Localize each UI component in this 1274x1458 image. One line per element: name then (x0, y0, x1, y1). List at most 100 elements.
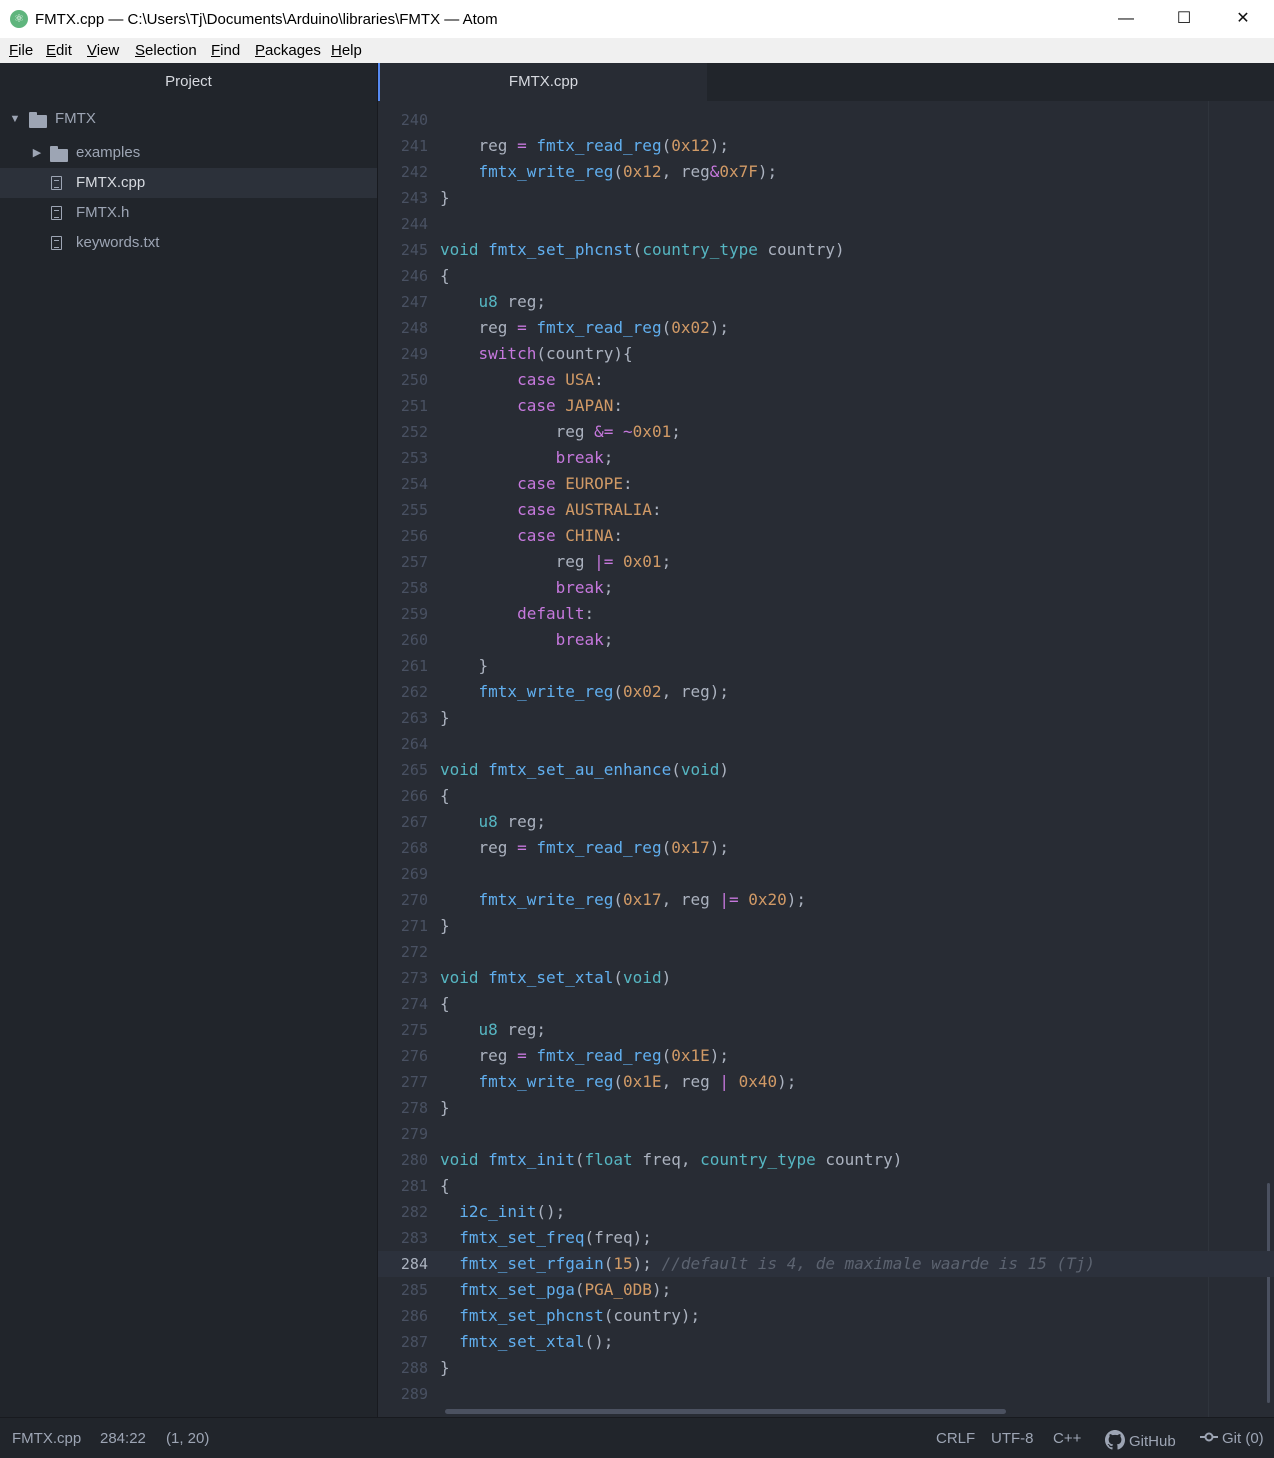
code-text[interactable]: fmtx_set_pga(PGA_0DB); (440, 1277, 671, 1303)
code-line[interactable]: 248 reg = fmtx_read_reg(0x02); (378, 315, 1274, 341)
code-text[interactable]: break; (440, 445, 614, 471)
code-line[interactable]: 246 { (378, 263, 1274, 289)
code-line[interactable]: 263} (378, 705, 1274, 731)
code-text[interactable]: fmtx_set_freq(freq); (440, 1225, 652, 1251)
status-git[interactable]: Git (0) (1200, 1430, 1264, 1447)
code-line[interactable]: 262 fmtx_write_reg(0x02, reg); (378, 679, 1274, 705)
code-text[interactable]: fmtx_write_reg(0x12, reg&0x7F); (440, 159, 778, 185)
code-line[interactable]: 250 case USA: (378, 367, 1274, 393)
code-text[interactable]: } (440, 653, 489, 679)
code-text[interactable]: break; (440, 575, 614, 601)
horizontal-scrollbar[interactable] (445, 1409, 1006, 1414)
code-line[interactable]: 249 switch(country){ (378, 341, 1274, 367)
code-line[interactable]: 265 void fmtx_set_au_enhance(void) (378, 757, 1274, 783)
code-text[interactable]: u8 reg; (440, 809, 546, 835)
code-text[interactable]: break; (440, 627, 614, 653)
code-text[interactable]: } (440, 1355, 450, 1381)
code-text[interactable]: { (440, 263, 450, 289)
code-line[interactable]: 272 (378, 939, 1274, 965)
code-text[interactable]: default: (440, 601, 594, 627)
code-line[interactable]: 266 { (378, 783, 1274, 809)
code-text[interactable]: } (440, 1095, 450, 1121)
status-file-path[interactable]: FMTX.cpp (12, 1430, 81, 1447)
code-text[interactable]: fmtx_set_rfgain(15); //default is 4, de … (440, 1251, 1095, 1277)
code-text[interactable]: void fmtx_init(float freq, country_type … (440, 1147, 902, 1173)
code-line[interactable]: 244 (378, 211, 1274, 237)
code-line[interactable]: 242 fmtx_write_reg(0x12, reg&0x7F); (378, 159, 1274, 185)
code-text[interactable]: case USA: (440, 367, 604, 393)
code-text[interactable]: u8 reg; (440, 1017, 546, 1043)
tree-item-fmtx-h[interactable]: FMTX.h (0, 198, 377, 228)
code-line[interactable]: 276 reg = fmtx_read_reg(0x1E); (378, 1043, 1274, 1069)
chevron-down-icon[interactable]: ▼ (9, 104, 21, 134)
menu-help[interactable]: Help (331, 42, 362, 59)
code-line[interactable]: 240 (378, 107, 1274, 133)
code-text[interactable]: i2c_init(); (440, 1199, 565, 1225)
code-line[interactable]: 245 void fmtx_set_phcnst(country_type cou… (378, 237, 1274, 263)
menu-find[interactable]: Find (211, 42, 240, 59)
code-line[interactable]: 271} (378, 913, 1274, 939)
code-line[interactable]: 257 reg |= 0x01; (378, 549, 1274, 575)
tree-item-fmtx-cpp[interactable]: FMTX.cpp (0, 168, 377, 198)
menu-selection[interactable]: Selection (135, 42, 197, 59)
code-text[interactable]: reg = fmtx_read_reg(0x1E); (440, 1043, 729, 1069)
code-line[interactable]: 280 void fmtx_init(float freq, country_ty… (378, 1147, 1274, 1173)
tree-root-fmtx[interactable]: ▼ FMTX (0, 104, 377, 134)
code-line[interactable]: 252 reg &= ~0x01; (378, 419, 1274, 445)
code-text[interactable]: reg = fmtx_read_reg(0x17); (440, 835, 729, 861)
tab-fmtx-cpp[interactable]: FMTX.cpp (378, 63, 707, 101)
code-line[interactable]: 243} (378, 185, 1274, 211)
menu-packages[interactable]: Packages (255, 42, 321, 59)
code-text[interactable]: } (440, 913, 450, 939)
code-text[interactable]: fmtx_write_reg(0x17, reg |= 0x20); (440, 887, 807, 913)
code-line[interactable]: 253 break; (378, 445, 1274, 471)
close-button[interactable]: ✕ (1214, 0, 1272, 38)
code-line[interactable]: 284 fmtx_set_rfgain(15); //default is 4,… (378, 1251, 1274, 1277)
code-line[interactable]: 268 reg = fmtx_read_reg(0x17); (378, 835, 1274, 861)
code-line[interactable]: 277 fmtx_write_reg(0x1E, reg | 0x40); (378, 1069, 1274, 1095)
code-line[interactable]: 278} (378, 1095, 1274, 1121)
code-line[interactable]: 260 break; (378, 627, 1274, 653)
status-encoding[interactable]: UTF-8 (991, 1430, 1034, 1447)
code-line[interactable]: 259 default: (378, 601, 1274, 627)
code-line[interactable]: 267 u8 reg; (378, 809, 1274, 835)
code-line[interactable]: 279 (378, 1121, 1274, 1147)
status-cursor-position[interactable]: 284:22 (100, 1430, 146, 1447)
code-text[interactable]: case AUSTRALIA: (440, 497, 662, 523)
code-text[interactable]: reg |= 0x01; (440, 549, 672, 575)
code-line[interactable]: 275 u8 reg; (378, 1017, 1274, 1043)
menu-view[interactable]: View (87, 42, 119, 59)
code-text[interactable]: { (440, 1173, 450, 1199)
code-text[interactable]: } (440, 705, 450, 731)
status-line-ending[interactable]: CRLF (936, 1430, 975, 1447)
code-text[interactable]: } (440, 185, 450, 211)
code-line[interactable]: 286 fmtx_set_phcnst(country); (378, 1303, 1274, 1329)
code-text[interactable]: void fmtx_set_xtal(void) (440, 965, 671, 991)
code-line[interactable]: 281 { (378, 1173, 1274, 1199)
tree-item-keywords-txt[interactable]: keywords.txt (0, 228, 377, 258)
code-text[interactable]: fmtx_write_reg(0x02, reg); (440, 679, 729, 705)
chevron-right-icon[interactable]: ▶ (31, 138, 43, 168)
code-text[interactable]: case CHINA: (440, 523, 623, 549)
code-line[interactable]: 255 case AUSTRALIA: (378, 497, 1274, 523)
code-line[interactable]: 285 fmtx_set_pga(PGA_0DB); (378, 1277, 1274, 1303)
code-line[interactable]: 256 case CHINA: (378, 523, 1274, 549)
code-text[interactable]: { (440, 991, 450, 1017)
code-text[interactable]: reg = fmtx_read_reg(0x12); (440, 133, 729, 159)
minimize-button[interactable]: — (1097, 0, 1155, 38)
status-github[interactable]: GitHub (1105, 1430, 1176, 1450)
code-line[interactable]: 258 break; (378, 575, 1274, 601)
code-line[interactable]: 287 fmtx_set_xtal(); (378, 1329, 1274, 1355)
maximize-button[interactable]: ☐ (1155, 0, 1213, 38)
code-text[interactable]: u8 reg; (440, 289, 546, 315)
code-line[interactable]: 274 { (378, 991, 1274, 1017)
code-text[interactable]: fmtx_set_xtal(); (440, 1329, 613, 1355)
code-text[interactable]: case EUROPE: (440, 471, 633, 497)
code-line[interactable]: 254 case EUROPE: (378, 471, 1274, 497)
code-text[interactable]: void fmtx_set_au_enhance(void) (440, 757, 729, 783)
code-line[interactable]: 264 (378, 731, 1274, 757)
status-grammar[interactable]: C++ (1053, 1430, 1081, 1447)
code-text[interactable]: fmtx_set_phcnst(country); (440, 1303, 700, 1329)
code-line[interactable]: 251 case JAPAN: (378, 393, 1274, 419)
code-line[interactable]: 270 fmtx_write_reg(0x17, reg |= 0x20); (378, 887, 1274, 913)
